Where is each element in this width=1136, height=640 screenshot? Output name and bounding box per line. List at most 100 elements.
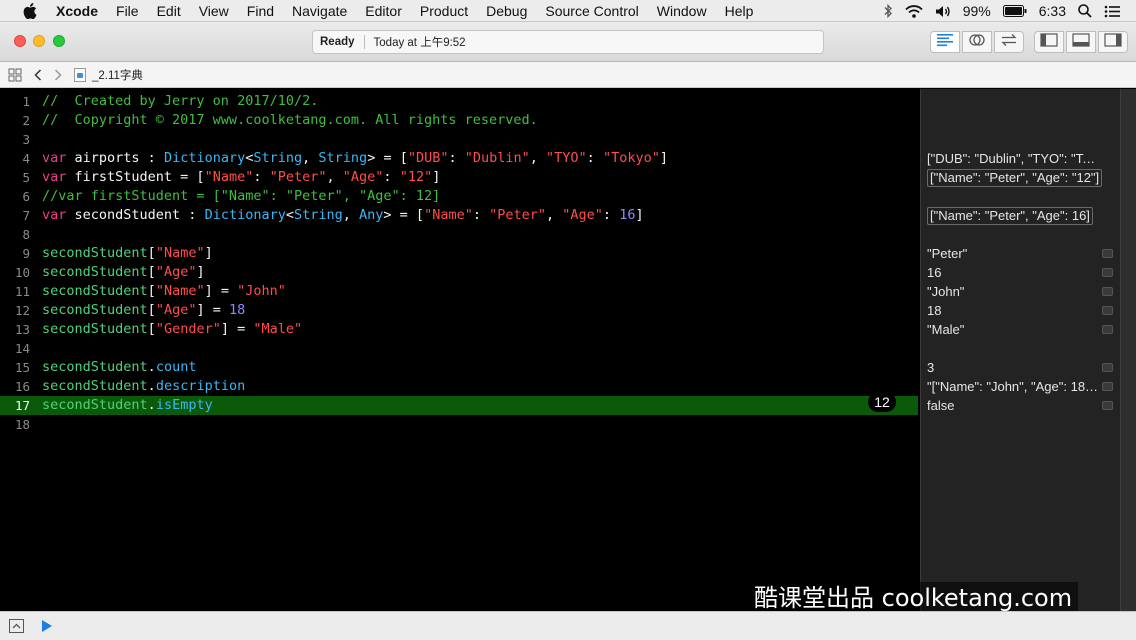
line-number: 17 [14, 398, 30, 413]
code-line[interactable]: 15 secondStudent.count [0, 358, 920, 377]
code-line[interactable]: 3 [0, 130, 920, 149]
result-row[interactable]: "Male" [927, 320, 1117, 339]
menu-window[interactable]: Window [657, 3, 707, 19]
code-line[interactable]: 9 secondStudent["Name"] [0, 244, 920, 263]
code-text: secondStudent.isEmpty [42, 396, 213, 415]
result-row[interactable]: false [927, 396, 1117, 415]
source-editor[interactable]: 1 // Created by Jerry on 2017/10/2. 2 // Co… [0, 89, 920, 611]
menu-find[interactable]: Find [247, 3, 274, 19]
code-token: "Dublin" [464, 150, 530, 166]
quick-look-icon[interactable] [1102, 325, 1113, 334]
code-token: "John" [237, 283, 286, 299]
quick-look-icon[interactable] [1102, 287, 1113, 296]
wifi-icon[interactable] [905, 4, 923, 18]
search-icon[interactable] [1078, 4, 1092, 18]
quick-look-icon[interactable] [1102, 306, 1113, 315]
menu-debug[interactable]: Debug [486, 3, 527, 19]
clock[interactable]: 6:33 [1039, 3, 1066, 19]
result-value: 3 [927, 360, 935, 375]
show-debug-area-icon[interactable] [9, 619, 24, 633]
zoom-window-button[interactable] [53, 35, 65, 47]
result-row[interactable]: 3 [927, 358, 1117, 377]
code-text: var airports : Dictionary<String, String… [42, 149, 668, 168]
code-line[interactable]: 13 secondStudent["Gender"] = "Male" [0, 320, 920, 339]
back-chevron-icon[interactable] [34, 68, 42, 81]
menu-view[interactable]: View [199, 3, 229, 19]
activity-detail: Today at 上午9:52 [373, 37, 466, 49]
quick-look-icon[interactable] [1102, 401, 1113, 410]
code-line[interactable]: 8 [0, 225, 920, 244]
menu-help[interactable]: Help [725, 3, 754, 19]
bluetooth-icon[interactable] [883, 4, 893, 18]
apple-menu-icon[interactable] [22, 2, 38, 19]
code-line[interactable]: 1 // Created by Jerry on 2017/10/2. [0, 92, 920, 111]
code-line[interactable]: 14 [0, 339, 920, 358]
battery-icon[interactable] [1002, 5, 1027, 17]
playground-file-icon [74, 67, 86, 82]
code-token: description [155, 378, 246, 394]
menu-edit[interactable]: Edit [157, 3, 181, 19]
code-line[interactable]: 5 var firstStudent = ["Name": "Peter", "A… [0, 168, 920, 187]
jump-bar: _2.11字典 [0, 62, 1136, 88]
menu-editor[interactable]: Editor [365, 3, 402, 19]
volume-icon[interactable] [935, 5, 951, 18]
code-token: "Name" [204, 169, 254, 185]
assistant-editor-button[interactable] [962, 31, 992, 53]
quick-look-icon[interactable] [1102, 249, 1113, 258]
code-line[interactable]: 11 secondStudent["Name"] = "John" [0, 282, 920, 301]
result-row[interactable]: ["DUB": "Dublin", "TYO": "Tok... [927, 149, 1117, 168]
code-line[interactable]: 2 // Copyright © 2017 www.coolketang.com.… [0, 111, 920, 130]
result-value: "Peter" [927, 246, 968, 261]
result-value: ["Name": "Peter", "Age": "12"] [927, 169, 1103, 187]
code-token: isEmpty [155, 397, 213, 413]
quick-look-icon[interactable] [1102, 363, 1113, 372]
result-row[interactable]: "Peter" [927, 244, 1117, 263]
notification-center-icon[interactable] [1104, 5, 1120, 18]
code-line[interactable]: 17 secondStudent.isEmpty [0, 396, 918, 415]
line-number: 6 [22, 189, 30, 204]
standard-editor-button[interactable] [930, 31, 960, 53]
menu-xcode[interactable]: Xcode [56, 3, 98, 19]
menu-navigate[interactable]: Navigate [292, 3, 347, 19]
toggle-debug-area-button[interactable] [1066, 31, 1096, 53]
close-window-button[interactable] [14, 35, 26, 47]
code-line[interactable]: 12 secondStudent["Age"] = 18 [0, 301, 920, 320]
menu-source-control[interactable]: Source Control [545, 3, 638, 19]
minimize-window-button[interactable] [33, 35, 45, 47]
quick-look-icon[interactable] [1102, 268, 1113, 277]
code-token: , [326, 169, 343, 185]
code-line[interactable]: 18 [0, 415, 920, 434]
code-token: secondStudent [42, 264, 148, 280]
result-row[interactable]: ["Name": "Peter", "Age": 16] [927, 206, 1117, 225]
toggle-utilities-button[interactable] [1098, 31, 1128, 53]
code-line[interactable]: 6 //var firstStudent = ["Name": "Peter", … [0, 187, 920, 206]
result-row[interactable]: ["Name": "Peter", "Age": "12"] [927, 168, 1117, 187]
result-value: 16 [927, 265, 942, 280]
code-line[interactable]: 10 secondStudent["Age"] [0, 263, 920, 282]
code-token: 16 [619, 207, 636, 223]
version-editor-button[interactable] [994, 31, 1024, 53]
forward-chevron-icon[interactable] [54, 68, 62, 81]
run-playground-icon[interactable] [41, 619, 53, 633]
code-token: firstStudent = [ [66, 169, 205, 185]
code-line[interactable]: 7 var secondStudent : Dictionary<String, … [0, 206, 920, 225]
result-row[interactable]: 16 [927, 263, 1117, 282]
result-row[interactable]: "["Name": "John", "Age": 18,... [927, 377, 1117, 396]
vertical-scrollbar[interactable] [1120, 89, 1136, 611]
code-token: "Male" [253, 321, 303, 337]
code-token: > = [ [383, 207, 425, 223]
quick-look-icon[interactable] [1102, 382, 1113, 391]
breadcrumb-file-name[interactable]: _2.11字典 [92, 67, 143, 83]
toggle-navigator-button[interactable] [1034, 31, 1064, 53]
code-line[interactable]: 16 secondStudent.description [0, 377, 920, 396]
line-result-badge[interactable]: 12 [868, 392, 896, 412]
version-editor-icon [1000, 33, 1018, 52]
result-row[interactable]: "John" [927, 282, 1117, 301]
result-row[interactable]: 18 [927, 301, 1117, 320]
menu-product[interactable]: Product [420, 3, 468, 19]
related-items-icon[interactable] [8, 68, 22, 82]
status-area: 99% 6:33 [883, 0, 1120, 22]
menu-file[interactable]: File [116, 3, 139, 19]
code-token: , [302, 150, 319, 166]
code-line[interactable]: 4 var airports : Dictionary<String, Strin… [0, 149, 920, 168]
